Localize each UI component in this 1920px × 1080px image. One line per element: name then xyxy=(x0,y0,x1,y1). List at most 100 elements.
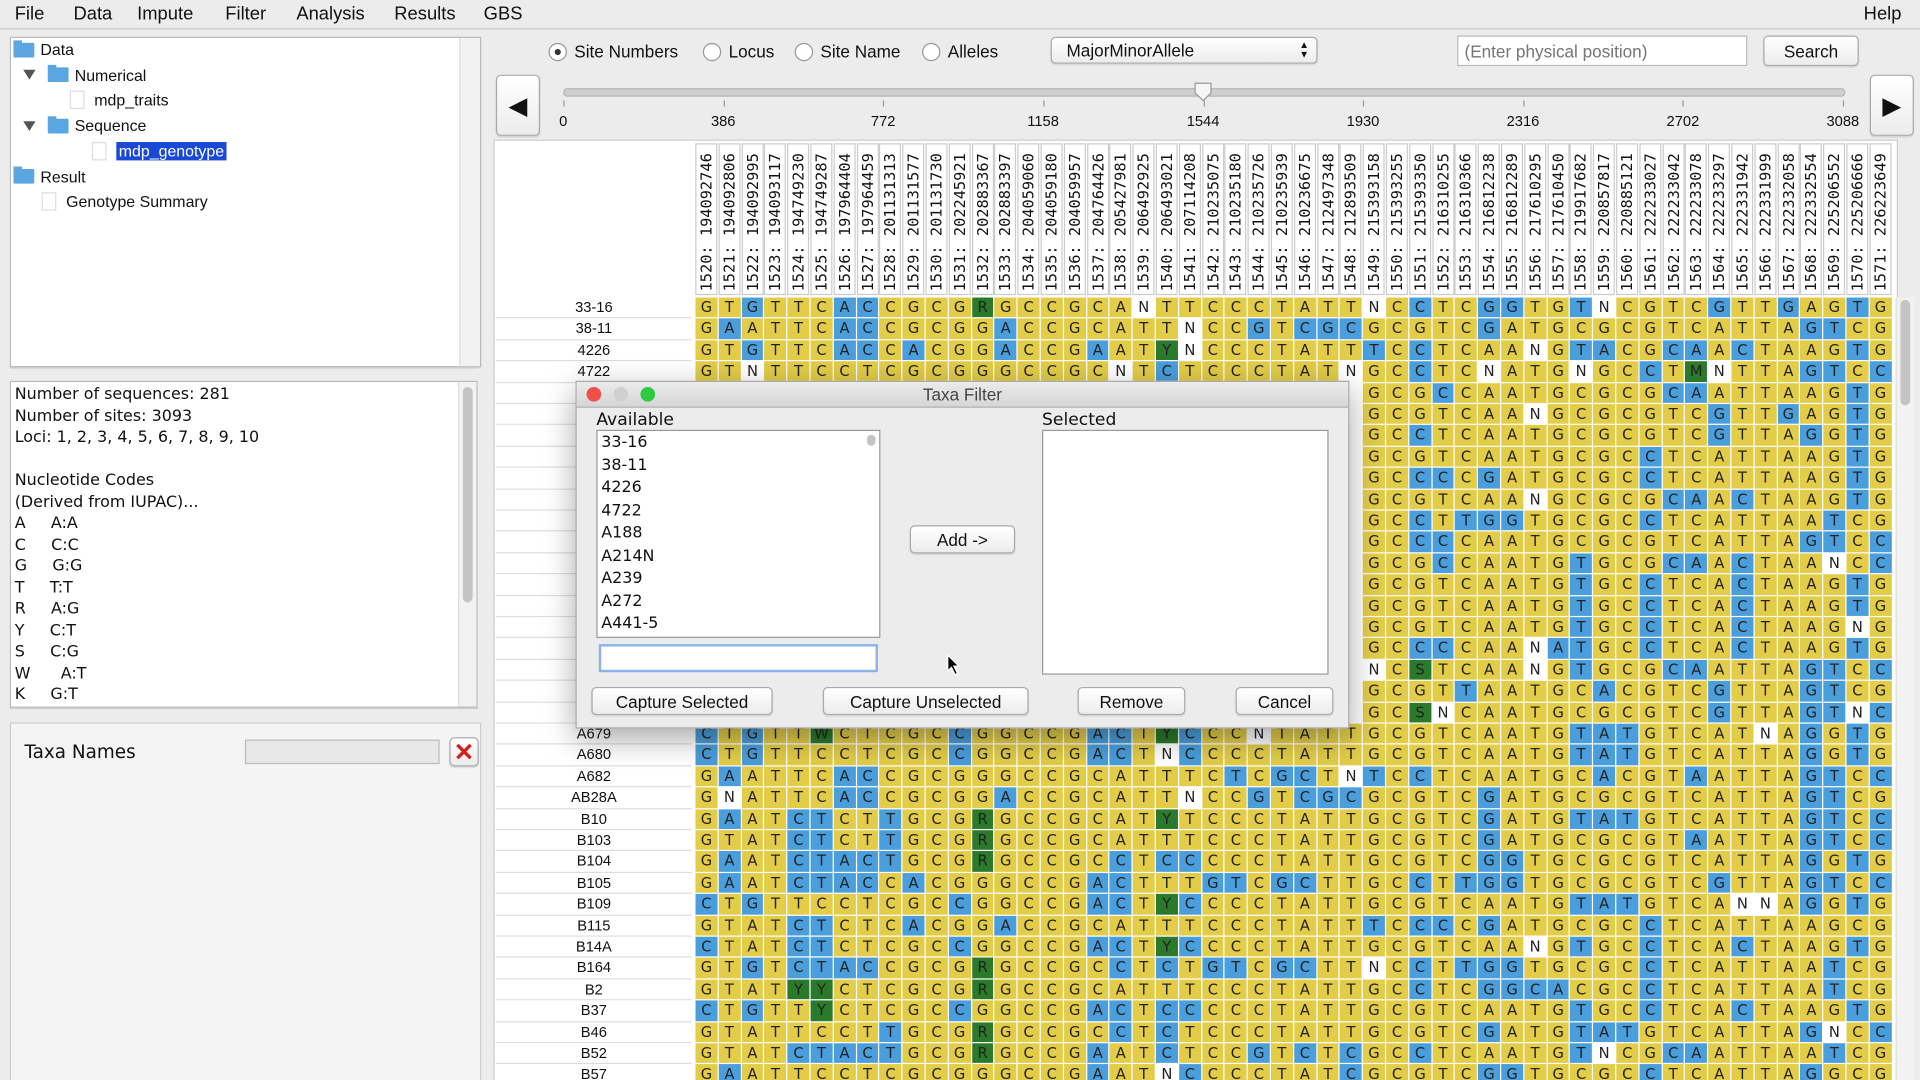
genotype-cell[interactable]: A xyxy=(1501,340,1524,361)
genotype-cell[interactable]: A xyxy=(1777,894,1800,915)
genotype-cell[interactable]: T xyxy=(1271,851,1293,872)
genotype-cell[interactable]: A xyxy=(1501,808,1524,829)
genotype-cell[interactable]: A xyxy=(1294,744,1316,766)
genotype-cell[interactable]: A xyxy=(1109,979,1132,1000)
genotype-cell[interactable]: T xyxy=(1662,766,1685,787)
genotype-cell[interactable]: C xyxy=(1570,872,1593,893)
genotype-cell[interactable]: T xyxy=(1178,1043,1201,1064)
genotype-cell[interactable]: G xyxy=(1547,489,1570,510)
genotype-cell[interactable]: G xyxy=(948,830,971,851)
genotype-cell[interactable]: G xyxy=(971,744,994,766)
genotype-cell[interactable]: T xyxy=(1432,894,1454,915)
genotype-cell[interactable]: A xyxy=(1086,1043,1109,1064)
genotype-cell[interactable]: G xyxy=(1063,979,1086,1000)
genotype-cell[interactable]: G xyxy=(1708,297,1731,318)
genotype-cell[interactable]: T xyxy=(1524,382,1547,403)
genotype-cell[interactable]: C xyxy=(1017,915,1040,936)
genotype-cell[interactable]: C xyxy=(1455,915,1477,936)
site-header[interactable]: 1536: 204059957 xyxy=(1063,143,1086,296)
genotype-cell[interactable]: C xyxy=(1040,958,1063,979)
genotype-cell[interactable]: C xyxy=(1455,361,1477,382)
genotype-cell[interactable]: A xyxy=(1501,1043,1524,1064)
genotype-cell[interactable]: T xyxy=(1823,787,1846,808)
genotype-cell[interactable]: C xyxy=(1616,766,1639,787)
genotype-cell[interactable]: G xyxy=(1593,702,1616,723)
remove-button[interactable]: Remove xyxy=(1077,686,1186,716)
genotype-cell[interactable]: G xyxy=(1478,979,1500,1000)
genotype-cell[interactable]: T xyxy=(1432,446,1454,467)
genotype-cell[interactable]: G xyxy=(948,766,971,787)
genotype-cell[interactable]: N xyxy=(1823,553,1846,574)
genotype-cell[interactable]: G xyxy=(1409,404,1431,425)
genotype-cell[interactable]: G xyxy=(1063,1043,1086,1064)
genotype-cell[interactable]: A xyxy=(741,979,764,1000)
genotype-cell[interactable]: T xyxy=(1731,382,1754,403)
genotype-cell[interactable]: G xyxy=(1547,1043,1570,1064)
genotype-cell[interactable]: C xyxy=(1455,702,1477,723)
genotype-cell[interactable]: T xyxy=(1570,340,1593,361)
genotype-cell[interactable]: G xyxy=(994,936,1017,957)
genotype-cell[interactable]: C xyxy=(1017,1000,1040,1021)
genotype-cell[interactable]: C xyxy=(879,1064,902,1080)
genotype-cell[interactable]: G xyxy=(902,894,925,915)
genotype-cell[interactable]: G xyxy=(1363,1043,1385,1064)
genotype-cell[interactable]: C xyxy=(1340,1064,1362,1080)
genotype-cell[interactable]: T xyxy=(1132,1064,1155,1080)
genotype-cell[interactable]: T xyxy=(1132,936,1155,957)
genotype-cell[interactable]: C xyxy=(948,1000,971,1021)
genotype-cell[interactable]: G xyxy=(1409,808,1431,829)
genotype-cell[interactable]: G xyxy=(1823,894,1846,915)
genotype-cell[interactable]: C xyxy=(1040,894,1063,915)
genotype-cell[interactable]: T xyxy=(1846,382,1869,403)
site-header[interactable]: 1561: 222233027 xyxy=(1639,143,1662,296)
genotype-cell[interactable]: C xyxy=(1570,702,1593,723)
genotype-cell[interactable]: G xyxy=(1823,1000,1846,1021)
genotype-cell[interactable]: C xyxy=(1570,681,1593,702)
genotype-cell[interactable]: C xyxy=(925,1000,948,1021)
genotype-cell[interactable]: T xyxy=(1662,936,1685,957)
genotype-cell[interactable]: G xyxy=(902,808,925,829)
site-header[interactable]: 1522: 194092995 xyxy=(741,143,764,296)
genotype-cell[interactable]: C xyxy=(1685,467,1708,489)
genotype-cell[interactable]: T xyxy=(1754,574,1777,595)
genotype-cell[interactable]: C xyxy=(1386,936,1408,957)
genotype-cell[interactable]: G xyxy=(1593,958,1616,979)
genotype-cell[interactable]: A xyxy=(833,318,856,339)
genotype-cell[interactable]: T xyxy=(1317,766,1339,787)
genotype-cell[interactable]: A xyxy=(1593,681,1616,702)
genotype-cell[interactable]: G xyxy=(1063,766,1086,787)
genotype-cell[interactable]: A xyxy=(1478,638,1500,659)
tree-item-result[interactable]: Result xyxy=(13,166,86,186)
genotype-cell[interactable]: C xyxy=(1846,1021,1869,1043)
genotype-cell[interactable]: R xyxy=(971,808,994,829)
genotype-cell[interactable]: G xyxy=(1639,340,1662,361)
genotype-cell[interactable]: C xyxy=(1869,872,1892,893)
genotype-cell[interactable]: C xyxy=(1386,1043,1408,1064)
genotype-cell[interactable]: C xyxy=(1247,340,1270,361)
genotype-cell[interactable]: T xyxy=(1616,808,1639,829)
genotype-cell[interactable]: C xyxy=(833,894,856,915)
genotype-cell[interactable]: C xyxy=(1616,340,1639,361)
genotype-cell[interactable]: Y xyxy=(1155,894,1178,915)
genotype-cell[interactable]: A xyxy=(1800,1043,1823,1064)
genotype-cell[interactable]: T xyxy=(879,808,902,829)
genotype-cell[interactable]: C xyxy=(1455,318,1477,339)
taxon-label[interactable]: B115 xyxy=(495,915,692,937)
genotype-cell[interactable]: C xyxy=(879,744,902,766)
genotype-cell[interactable]: G xyxy=(1363,894,1385,915)
genotype-cell[interactable]: G xyxy=(1478,510,1500,531)
genotype-cell[interactable]: C xyxy=(1040,787,1063,808)
genotype-cell[interactable]: T xyxy=(1823,361,1846,382)
genotype-cell[interactable]: G xyxy=(1247,318,1270,339)
genotype-cell[interactable]: A xyxy=(1501,894,1524,915)
genotype-cell[interactable]: G xyxy=(1800,702,1823,723)
genotype-cell[interactable]: T xyxy=(856,915,879,936)
genotype-cell[interactable]: A xyxy=(1109,766,1132,787)
genotype-cell[interactable]: G xyxy=(994,766,1017,787)
genotype-cell[interactable]: G xyxy=(695,318,718,339)
available-taxon[interactable]: A188 xyxy=(598,524,880,547)
genotype-cell[interactable]: C xyxy=(1869,808,1892,829)
genotype-cell[interactable]: N xyxy=(1524,659,1547,680)
genotype-cell[interactable]: A xyxy=(718,872,741,893)
genotype-cell[interactable]: C xyxy=(1570,958,1593,979)
